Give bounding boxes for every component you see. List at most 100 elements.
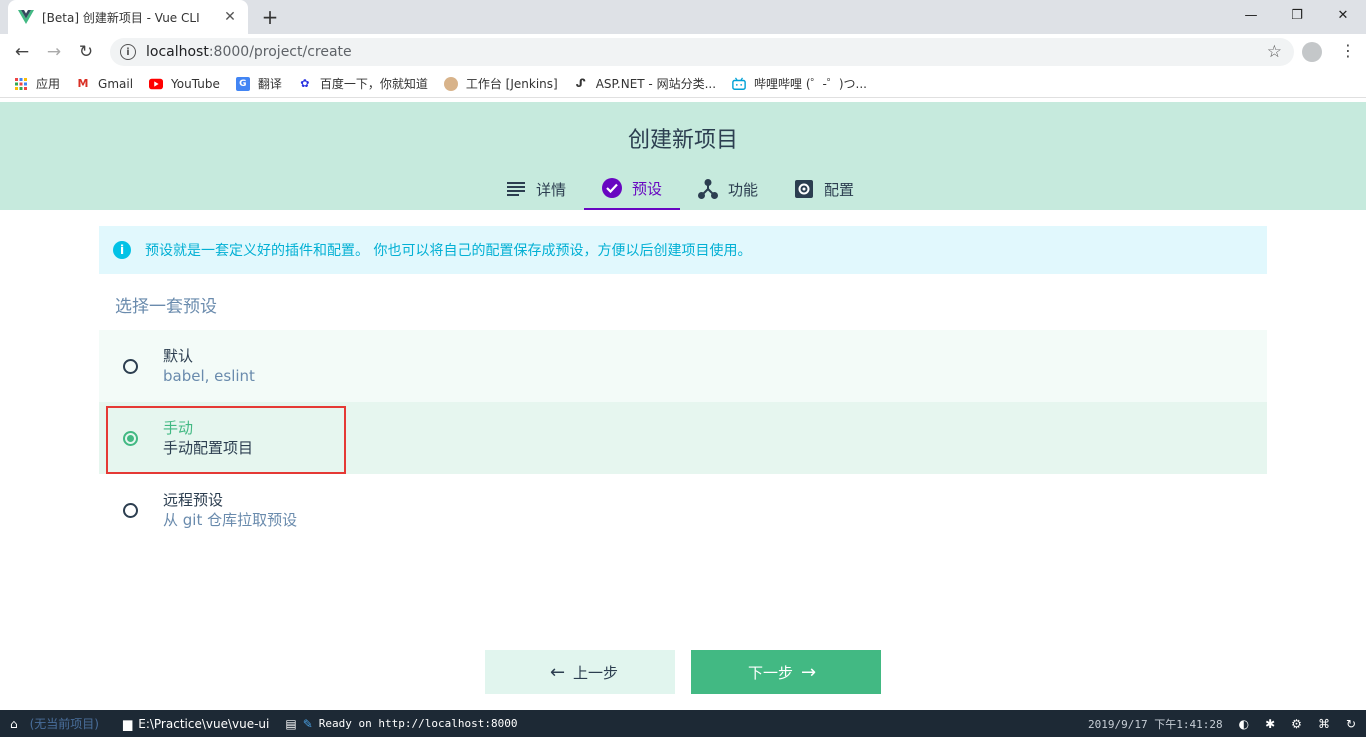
bilibili-icon bbox=[732, 77, 746, 91]
bug-icon[interactable]: ✱ bbox=[1265, 717, 1275, 731]
next-label: 下一步 bbox=[747, 663, 793, 682]
new-tab-button[interactable]: + bbox=[258, 5, 282, 29]
log-text: Ready on http://localhost:8000 bbox=[318, 717, 518, 730]
cwd[interactable]: ▆ E:\Practice\vue\vue-ui bbox=[123, 717, 269, 731]
browser-tab[interactable]: [Beta] 创建新项目 - Vue CLI ✕ bbox=[8, 0, 248, 34]
forward-arrow-icon[interactable]: → bbox=[42, 40, 66, 64]
preset-texts: 远程预设 从 git 仓库拉取预设 bbox=[163, 490, 297, 530]
preset-name: 手动 bbox=[163, 419, 194, 437]
bookmark-label: YouTube bbox=[171, 76, 220, 91]
bookmark-apps[interactable]: 应用 bbox=[14, 75, 60, 92]
datetime-text: 2019/9/17 下午1:41:28 bbox=[1088, 717, 1223, 731]
bookmark-jenkins[interactable]: 工作台 [Jenkins] bbox=[443, 75, 558, 92]
bookmark-aspnet[interactable]: ᔑ ASP.NET - 网站分类... bbox=[574, 75, 716, 92]
features-icon bbox=[698, 179, 719, 199]
aspnet-icon: ᔑ bbox=[575, 77, 586, 90]
bookmark-label: 工作台 [Jenkins] bbox=[465, 77, 558, 91]
window-close-button[interactable]: ✕ bbox=[1320, 0, 1366, 30]
bookmark-bilibili[interactable]: 哔哩哔哩 (゜-゜)つ... bbox=[732, 75, 867, 92]
refresh-icon[interactable]: ↻ bbox=[1346, 717, 1356, 731]
bookmark-star-icon[interactable]: ☆ bbox=[1267, 42, 1282, 62]
tab-details[interactable]: 详情 bbox=[488, 168, 584, 210]
radio-button[interactable] bbox=[123, 359, 138, 374]
bookmark-label: Gmail bbox=[98, 76, 134, 91]
tab-label: 预设 bbox=[632, 179, 663, 198]
jenkins-icon bbox=[443, 76, 458, 91]
preset-name: 远程预设 bbox=[163, 491, 224, 509]
cwd-path: E:\Practice\vue\vue-ui bbox=[138, 716, 270, 731]
baidu-icon: ✿ bbox=[300, 77, 310, 90]
datetime: 2019/9/17 下午1:41:28 bbox=[1088, 716, 1223, 732]
list-icon bbox=[506, 179, 526, 199]
radio-dot bbox=[127, 435, 134, 442]
bookmark-label: 应用 bbox=[36, 77, 61, 91]
minimize-button[interactable]: — bbox=[1228, 0, 1274, 30]
tab-label: 功能 bbox=[728, 180, 759, 199]
youtube-icon bbox=[149, 77, 164, 91]
bookmarks-bar: 应用 M Gmail YouTube G 翻译 ✿ 百度一下，你就知道 工作台 … bbox=[0, 70, 1366, 98]
preset-description: babel, eslint bbox=[163, 367, 255, 385]
theme-toggle-icon[interactable]: ◐ bbox=[1239, 717, 1249, 731]
apps-grid-icon bbox=[14, 77, 28, 91]
console-icon: ▤ bbox=[285, 716, 297, 731]
preset-description: 从 git 仓库拉取预设 bbox=[163, 511, 298, 529]
preset-default[interactable]: 默认 babel, eslint bbox=[99, 330, 1267, 402]
folder-icon: ▆ bbox=[123, 716, 133, 731]
preset-manual[interactable]: 手动 手动配置项目 bbox=[99, 402, 1267, 474]
browser-tab-strip: [Beta] 创建新项目 - Vue CLI ✕ + — ❐ ✕ bbox=[0, 0, 1366, 34]
reload-icon[interactable]: ↻ bbox=[74, 40, 98, 64]
bookmark-gmail[interactable]: M Gmail bbox=[76, 76, 134, 91]
log-entry[interactable]: ▤ ✎ Ready on http://localhost:8000 bbox=[285, 717, 517, 731]
info-icon: i bbox=[113, 241, 131, 259]
page-title: 创建新项目 bbox=[627, 128, 738, 153]
home-icon: ⌂ bbox=[10, 716, 18, 731]
profile-avatar[interactable] bbox=[1302, 42, 1322, 62]
section-title: 选择一套预设 bbox=[115, 297, 217, 317]
pen-icon: ✎ bbox=[302, 716, 313, 731]
page-header: 创建新项目 详情 预设 功能 配置 bbox=[0, 102, 1366, 210]
vue-logo-icon bbox=[18, 9, 34, 25]
previous-label: 上一步 bbox=[573, 663, 619, 682]
restore-button[interactable]: ❐ bbox=[1274, 0, 1320, 30]
next-button[interactable]: 下一步 → bbox=[691, 650, 881, 694]
bookmark-baidu[interactable]: ✿ 百度一下，你就知道 bbox=[298, 75, 428, 92]
tab-config[interactable]: 配置 bbox=[776, 168, 872, 210]
back-arrow-icon[interactable]: ← bbox=[10, 40, 34, 64]
info-text: 预设就是一套定义好的插件和配置。 你也可以将自己的配置保存成预设，方便以后创建项… bbox=[145, 243, 752, 259]
tab-label: 详情 bbox=[536, 180, 567, 199]
bookmark-label: 百度一下，你就知道 bbox=[319, 77, 428, 91]
tab-presets[interactable]: 预设 bbox=[584, 168, 681, 210]
radio-button[interactable] bbox=[123, 503, 138, 518]
preset-name: 默认 bbox=[163, 347, 194, 365]
radio-button-selected[interactable] bbox=[123, 431, 138, 446]
tab-title: [Beta] 创建新项目 - Vue CLI bbox=[42, 10, 200, 25]
bookmark-label: ASP.NET - 网站分类... bbox=[595, 77, 717, 91]
bookmark-label: 哔哩哔哩 (゜-゜)つ... bbox=[754, 77, 867, 91]
tab-close-icon[interactable]: ✕ bbox=[222, 9, 238, 25]
tab-label: 配置 bbox=[824, 180, 855, 199]
site-info-icon[interactable]: i bbox=[120, 44, 136, 60]
current-project: (无当前项目) bbox=[29, 717, 99, 731]
info-banner: i 预设就是一套定义好的插件和配置。 你也可以将自己的配置保存成预设，方便以后创… bbox=[99, 226, 1267, 274]
preset-remote[interactable]: 远程预设 从 git 仓库拉取预设 bbox=[99, 474, 1267, 546]
address-bar[interactable]: i localhost:8000/project/create ☆ bbox=[110, 38, 1294, 66]
bookmark-translate[interactable]: G 翻译 bbox=[235, 75, 282, 92]
gear-icon[interactable]: ⚙ bbox=[1291, 717, 1302, 731]
vue-cli-page: 创建新项目 详情 预设 功能 配置 i 预设就是一套定义好的插件和配置。 你也可… bbox=[0, 102, 1366, 710]
status-bar: ⌂ (无当前项目) ▆ E:\Practice\vue\vue-ui ▤ ✎ R… bbox=[0, 710, 1366, 737]
check-circle-icon bbox=[602, 178, 623, 198]
preset-texts: 默认 babel, eslint bbox=[163, 346, 255, 386]
menu-kebab-icon[interactable]: ⋮ bbox=[1340, 41, 1356, 60]
arrow-right-icon: → bbox=[800, 661, 817, 683]
bookmark-label: 翻译 bbox=[257, 77, 282, 91]
home-project[interactable]: ⌂ (无当前项目) bbox=[10, 715, 99, 732]
bookmark-youtube[interactable]: YouTube bbox=[149, 77, 220, 91]
preset-texts: 手动 手动配置项目 bbox=[163, 418, 253, 458]
arrow-left-icon: ← bbox=[549, 661, 566, 683]
url-text: localhost:8000/project/create bbox=[146, 44, 352, 60]
translate-icon: G bbox=[235, 76, 250, 91]
tab-features[interactable]: 功能 bbox=[680, 168, 776, 210]
language-icon[interactable]: ⌘ bbox=[1318, 717, 1330, 731]
previous-button[interactable]: ← 上一步 bbox=[485, 650, 675, 694]
gear-icon bbox=[794, 179, 814, 199]
